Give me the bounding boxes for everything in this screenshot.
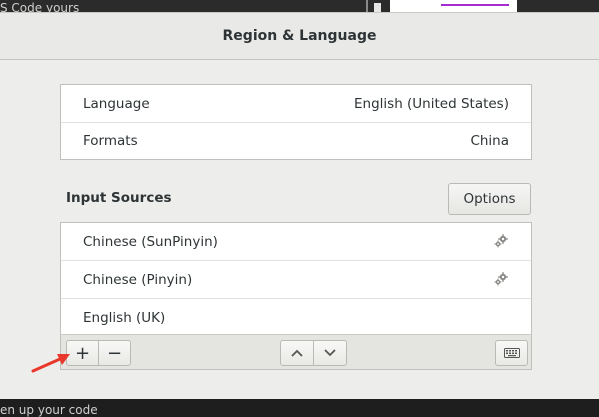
- options-button[interactable]: Options: [448, 183, 531, 215]
- show-keyboard-layout-button[interactable]: [495, 340, 528, 366]
- formats-label: Formats: [83, 133, 138, 149]
- language-formats-list: Language English (United States) Formats…: [60, 84, 532, 160]
- move-up-icon: [291, 349, 303, 357]
- plus-icon: +: [74, 342, 91, 364]
- gear-icon[interactable]: [493, 233, 509, 249]
- input-sources-toolbar: + −: [60, 334, 532, 370]
- formats-value: China: [470, 133, 509, 149]
- keyboard-icon: [503, 348, 520, 358]
- input-source-name: Chinese (SunPinyin): [83, 233, 218, 250]
- move-down-icon: [324, 349, 336, 357]
- background-accent-line: [441, 4, 509, 6]
- minus-icon: −: [106, 342, 123, 364]
- annotation-arrow-icon: [31, 354, 70, 373]
- input-source-name: English (UK): [83, 309, 166, 326]
- formats-row[interactable]: Formats China: [61, 123, 531, 159]
- input-source-item[interactable]: Chinese (Pinyin): [61, 261, 531, 299]
- move-up-button[interactable]: [280, 340, 314, 366]
- move-down-button[interactable]: [313, 340, 347, 366]
- remove-input-source-button[interactable]: −: [98, 340, 131, 366]
- title-bar: Region & Language: [0, 13, 599, 60]
- input-source-item[interactable]: Chinese (SunPinyin): [61, 223, 531, 261]
- background-widget: [374, 3, 381, 12]
- language-value: English (United States): [354, 95, 509, 112]
- language-label: Language: [83, 95, 150, 112]
- region-language-dialog: Region & Language Language English (Unit…: [0, 12, 599, 399]
- input-source-item[interactable]: English (UK): [61, 299, 531, 336]
- gear-icon[interactable]: [493, 271, 509, 287]
- input-sources-list: Chinese (SunPinyin) Chinese (Pinyin) Eng…: [60, 222, 532, 336]
- dialog-title: Region & Language: [222, 28, 377, 44]
- input-source-name: Chinese (Pinyin): [83, 271, 193, 288]
- background-text-bottom: en up your code: [0, 403, 98, 417]
- language-row[interactable]: Language English (United States): [61, 85, 531, 123]
- input-sources-heading: Input Sources: [66, 190, 172, 206]
